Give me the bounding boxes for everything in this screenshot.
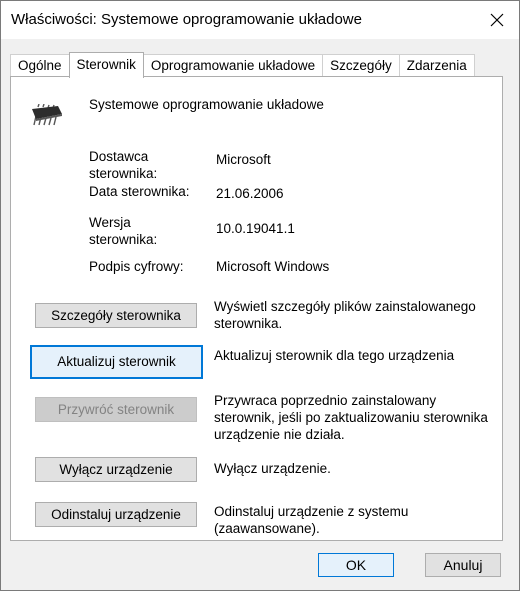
tab-general[interactable]: Ogólne — [10, 54, 70, 77]
tab-driver[interactable]: Sterownik — [68, 52, 144, 78]
uninstall-device-desc: Odinstaluj urządzenie z systemu (zaawans… — [214, 503, 504, 537]
update-driver-desc: Aktualizuj sterownik dla tego urządzenia — [214, 348, 455, 363]
rollback-driver-desc: Przywraca poprzednio zainstalowany stero… — [214, 392, 504, 443]
driver-details-desc: Wyświetl szczegóły plików zainstalowaneg… — [214, 298, 504, 332]
tab-details[interactable]: Szczegóły — [322, 54, 400, 77]
signer-label: Podpis cyfrowy: — [89, 259, 184, 274]
uninstall-desc-line2: (zaawansowane). — [214, 521, 320, 536]
rollback-desc-line3: urządzenie nie działa. — [214, 427, 345, 442]
driver-details-desc-line2: sterownika. — [214, 316, 283, 331]
disable-device-desc: Wyłącz urządzenie. — [214, 461, 331, 476]
title-bar: Właściwości: Systemowe oprogramowanie uk… — [1, 1, 519, 39]
device-name: Systemowe oprogramowanie układowe — [89, 97, 324, 112]
date-value: 21.06.2006 — [216, 186, 284, 201]
provider-label-line2: sterownika: — [89, 166, 158, 181]
rollback-desc-line1: Przywraca poprzednio zainstalowany — [214, 393, 437, 408]
rollback-desc-line2: sterownik, jeśli po zaktualizowaniu ster… — [214, 410, 488, 425]
close-icon — [490, 13, 504, 27]
driver-details-button[interactable]: Szczegóły sterownika — [35, 303, 197, 328]
uninstall-desc-line1: Odinstaluj urządzenie z systemu — [214, 504, 409, 519]
signer-value: Microsoft Windows — [216, 259, 330, 274]
tab-firmware[interactable]: Oprogramowanie układowe — [142, 54, 324, 77]
tab-events[interactable]: Zdarzenia — [398, 54, 475, 77]
version-label: Wersja sterownika: — [89, 214, 157, 248]
chip-icon — [32, 104, 62, 126]
update-driver-button[interactable]: Aktualizuj sterownik — [30, 345, 203, 379]
driver-details-desc-line1: Wyświetl szczegóły plików zainstalowaneg… — [214, 299, 476, 314]
version-label-line1: Wersja — [89, 215, 131, 230]
provider-value: Microsoft — [216, 152, 271, 167]
disable-device-button[interactable]: Wyłącz urządzenie — [35, 457, 197, 482]
rollback-driver-button[interactable]: Przywróć sterownik — [35, 397, 197, 422]
cancel-button[interactable]: Anuluj — [425, 553, 501, 577]
provider-label-line1: Dostawca — [89, 149, 149, 164]
ok-button[interactable]: OK — [318, 553, 394, 577]
window-title: Właściwości: Systemowe oprogramowanie uk… — [11, 11, 362, 28]
date-label: Data sterownika: — [89, 184, 190, 199]
close-button[interactable] — [483, 7, 511, 33]
version-value: 10.0.19041.1 — [216, 221, 295, 236]
properties-window: Właściwości: Systemowe oprogramowanie uk… — [0, 0, 520, 591]
provider-label: Dostawca sterownika: — [89, 148, 157, 182]
tab-strip: Ogólne Sterownik Oprogramowanie układowe… — [10, 52, 475, 78]
uninstall-device-button[interactable]: Odinstaluj urządzenie — [35, 502, 197, 527]
version-label-line2: sterownika: — [89, 232, 158, 247]
